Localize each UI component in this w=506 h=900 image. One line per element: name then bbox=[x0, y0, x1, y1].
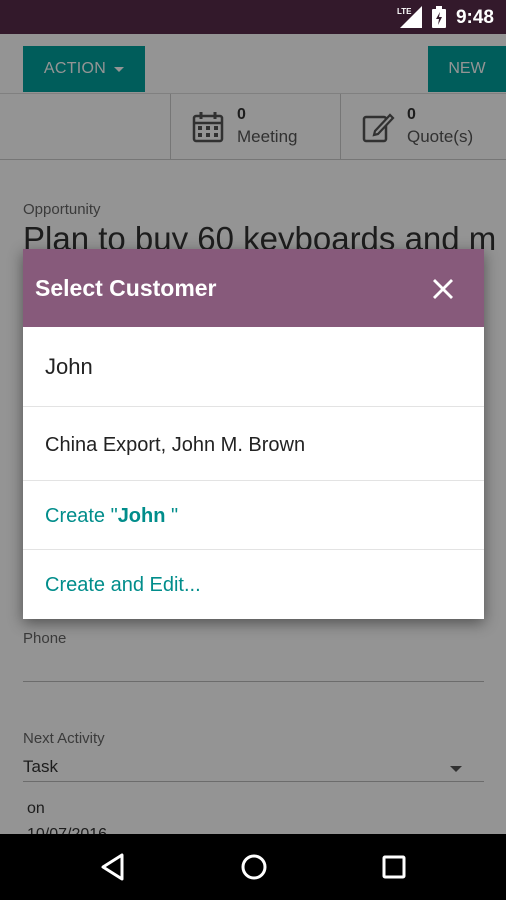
customer-search-input[interactable] bbox=[45, 349, 465, 385]
clock-time: 9:48 bbox=[455, 7, 494, 28]
create-option[interactable]: Create "John " bbox=[23, 481, 484, 550]
home-icon[interactable] bbox=[238, 851, 270, 883]
back-icon[interactable] bbox=[98, 851, 130, 883]
close-button[interactable] bbox=[423, 269, 463, 309]
dialog-title: Select Customer bbox=[35, 275, 217, 301]
status-bar: LTE 9:48 bbox=[0, 0, 506, 34]
create-and-edit-label: Create and Edit... bbox=[45, 574, 201, 596]
result-item-label: China Export, John M. Brown bbox=[45, 434, 306, 456]
search-row bbox=[23, 327, 484, 407]
dialog-header: Select Customer bbox=[23, 249, 484, 327]
create-prefix: Create " bbox=[45, 505, 118, 527]
create-term: John bbox=[117, 505, 166, 527]
create-suffix: " bbox=[165, 505, 179, 527]
create-option-label: Create "John " bbox=[45, 505, 178, 528]
result-item[interactable]: China Export, John M. Brown bbox=[23, 407, 484, 481]
select-customer-dialog: Select Customer China Export, John M. Br… bbox=[23, 249, 484, 619]
svg-text:LTE: LTE bbox=[397, 7, 412, 16]
close-icon bbox=[433, 279, 453, 299]
recents-icon[interactable] bbox=[378, 851, 410, 883]
navigation-bar bbox=[0, 834, 506, 900]
lte-signal-icon: LTE bbox=[396, 6, 422, 28]
create-and-edit-option[interactable]: Create and Edit... bbox=[23, 550, 484, 619]
battery-icon bbox=[432, 6, 446, 28]
